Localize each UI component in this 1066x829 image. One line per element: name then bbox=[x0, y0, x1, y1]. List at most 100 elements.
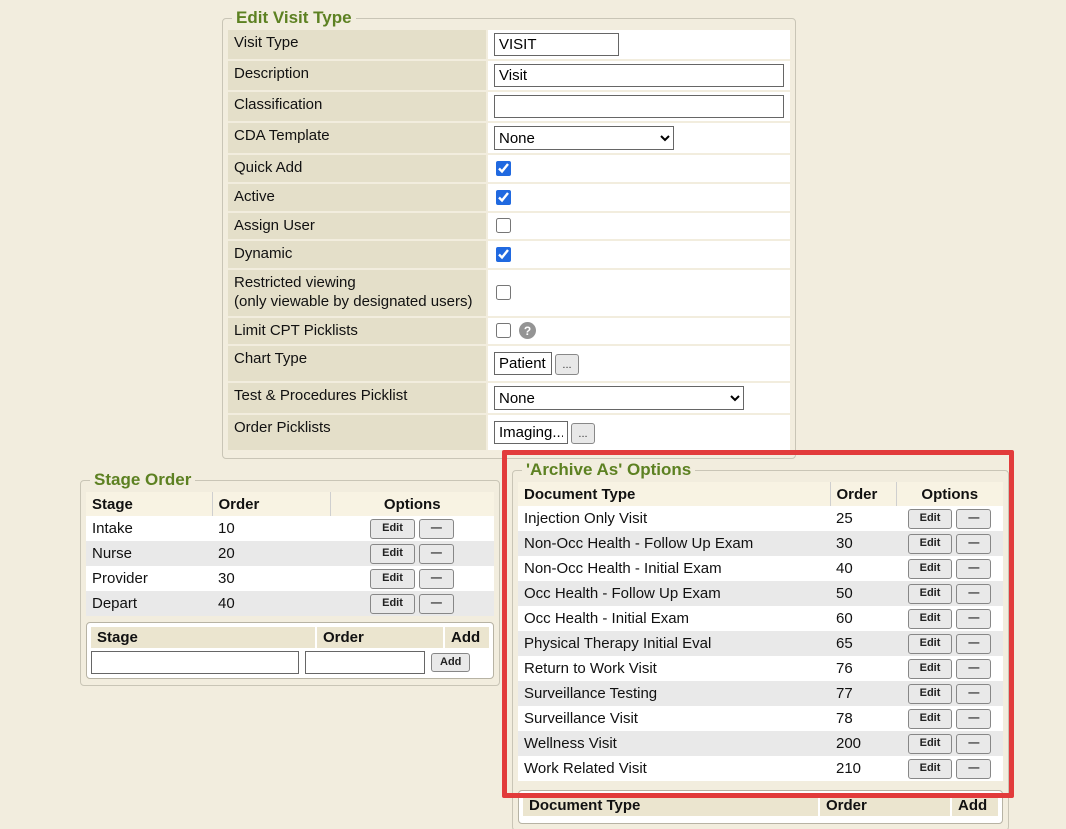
document-type-cell: Non-Occ Health - Initial Exam bbox=[518, 556, 830, 581]
remove-button[interactable]: — bbox=[419, 569, 454, 588]
order-cell: 50 bbox=[830, 581, 896, 606]
stage-order-table: Stage Order Options Intake 10 Edit— Nurs… bbox=[86, 492, 494, 616]
dynamic-row: Dynamic bbox=[228, 241, 790, 268]
chart-type-browse-button[interactable]: ... bbox=[555, 354, 579, 375]
order-cell: 60 bbox=[830, 606, 896, 631]
archive-as-table: Document Type Order Options Injection On… bbox=[518, 482, 1003, 781]
stage-cell: Depart bbox=[86, 591, 212, 616]
remove-button[interactable]: — bbox=[956, 584, 991, 603]
edit-button[interactable]: Edit bbox=[908, 534, 953, 553]
visit-type-input[interactable] bbox=[494, 33, 619, 56]
chart-type-input[interactable] bbox=[494, 352, 552, 375]
remove-button[interactable]: — bbox=[956, 659, 991, 678]
order-picklists-input[interactable] bbox=[494, 421, 568, 444]
quick-add-row: Quick Add bbox=[228, 155, 790, 182]
stage-add-box: Stage Order Add Add bbox=[86, 622, 494, 679]
add-stage-input[interactable] bbox=[91, 651, 299, 674]
add-order-header: Order bbox=[820, 795, 950, 816]
table-row: Non-Occ Health - Initial Exam 40 Edit— bbox=[518, 556, 1003, 581]
test-procedures-label: Test & Procedures Picklist bbox=[228, 383, 486, 413]
edit-button[interactable]: Edit bbox=[908, 634, 953, 653]
edit-button[interactable]: Edit bbox=[370, 519, 415, 538]
edit-button[interactable]: Edit bbox=[908, 759, 953, 778]
assign-user-row: Assign User bbox=[228, 213, 790, 240]
order-cell: 40 bbox=[212, 591, 330, 616]
add-order-input[interactable] bbox=[305, 651, 425, 674]
remove-button[interactable]: — bbox=[956, 734, 991, 753]
order-cell: 77 bbox=[830, 681, 896, 706]
order-picklists-browse-button[interactable]: ... bbox=[571, 423, 595, 444]
stage-cell: Provider bbox=[86, 566, 212, 591]
archive-as-options-title: 'Archive As' Options bbox=[522, 460, 695, 480]
add-order-header: Order bbox=[317, 627, 443, 648]
remove-button[interactable]: — bbox=[956, 534, 991, 553]
edit-button[interactable]: Edit bbox=[908, 709, 953, 728]
limit-cpt-row: Limit CPT Picklists ? bbox=[228, 318, 790, 345]
active-checkbox[interactable] bbox=[496, 190, 511, 205]
restricted-viewing-sublabel: (only viewable by designated users) bbox=[234, 293, 480, 312]
archive-add-box: Document Type Order Add bbox=[518, 790, 1003, 824]
chart-type-row: Chart Type ... bbox=[228, 346, 790, 381]
edit-button[interactable]: Edit bbox=[908, 509, 953, 528]
edit-button[interactable]: Edit bbox=[908, 609, 953, 628]
order-column-header: Order bbox=[830, 482, 896, 506]
document-type-column-header: Document Type bbox=[518, 482, 830, 506]
table-row: Injection Only Visit 25 Edit— bbox=[518, 506, 1003, 531]
classification-input[interactable] bbox=[494, 95, 784, 118]
remove-button[interactable]: — bbox=[419, 519, 454, 538]
stage-column-header: Stage bbox=[86, 492, 212, 516]
restricted-viewing-row: Restricted viewing (only viewable by des… bbox=[228, 270, 790, 316]
remove-button[interactable]: — bbox=[956, 634, 991, 653]
remove-button[interactable]: — bbox=[419, 544, 454, 563]
remove-button[interactable]: — bbox=[956, 509, 991, 528]
edit-button[interactable]: Edit bbox=[908, 734, 953, 753]
remove-button[interactable]: — bbox=[956, 684, 991, 703]
edit-visit-type-title: Edit Visit Type bbox=[232, 8, 356, 28]
table-row: Physical Therapy Initial Eval 65 Edit— bbox=[518, 631, 1003, 656]
quick-add-checkbox[interactable] bbox=[496, 161, 511, 176]
restricted-viewing-checkbox[interactable] bbox=[496, 285, 511, 300]
table-row: Surveillance Testing 77 Edit— bbox=[518, 681, 1003, 706]
table-row: Depart 40 Edit— bbox=[86, 591, 494, 616]
edit-button[interactable]: Edit bbox=[370, 544, 415, 563]
stage-cell: Intake bbox=[86, 516, 212, 541]
document-type-cell: Non-Occ Health - Follow Up Exam bbox=[518, 531, 830, 556]
remove-button[interactable]: — bbox=[956, 709, 991, 728]
help-icon[interactable]: ? bbox=[519, 322, 536, 339]
order-cell: 10 bbox=[212, 516, 330, 541]
edit-button[interactable]: Edit bbox=[908, 684, 953, 703]
add-button[interactable]: Add bbox=[431, 653, 470, 672]
remove-button[interactable]: — bbox=[956, 559, 991, 578]
test-procedures-row: Test & Procedures Picklist None bbox=[228, 383, 790, 413]
edit-button[interactable]: Edit bbox=[908, 659, 953, 678]
order-cell: 30 bbox=[212, 566, 330, 591]
chart-type-label: Chart Type bbox=[228, 346, 486, 381]
edit-button[interactable]: Edit bbox=[908, 584, 953, 603]
order-cell: 78 bbox=[830, 706, 896, 731]
assign-user-checkbox[interactable] bbox=[496, 218, 511, 233]
quick-add-label: Quick Add bbox=[228, 155, 486, 182]
document-type-cell: Work Related Visit bbox=[518, 756, 830, 781]
document-type-cell: Physical Therapy Initial Eval bbox=[518, 631, 830, 656]
edit-button[interactable]: Edit bbox=[908, 559, 953, 578]
description-input[interactable] bbox=[494, 64, 784, 87]
document-type-cell: Surveillance Testing bbox=[518, 681, 830, 706]
remove-button[interactable]: — bbox=[956, 609, 991, 628]
cda-template-row: CDA Template None bbox=[228, 123, 790, 153]
visit-type-row: Visit Type bbox=[228, 30, 790, 59]
edit-button[interactable]: Edit bbox=[370, 569, 415, 588]
edit-button[interactable]: Edit bbox=[370, 594, 415, 613]
order-picklists-label: Order Picklists bbox=[228, 415, 486, 450]
table-row: Intake 10 Edit— bbox=[86, 516, 494, 541]
remove-button[interactable]: — bbox=[956, 759, 991, 778]
dynamic-checkbox[interactable] bbox=[496, 247, 511, 262]
add-document-type-header: Document Type bbox=[523, 795, 818, 816]
order-column-header: Order bbox=[212, 492, 330, 516]
limit-cpt-checkbox[interactable] bbox=[496, 323, 511, 338]
cda-template-select[interactable]: None bbox=[494, 126, 674, 150]
remove-button[interactable]: — bbox=[419, 594, 454, 613]
description-label: Description bbox=[228, 61, 486, 90]
limit-cpt-label: Limit CPT Picklists bbox=[228, 318, 486, 345]
test-procedures-select[interactable]: None bbox=[494, 386, 744, 410]
order-cell: 210 bbox=[830, 756, 896, 781]
